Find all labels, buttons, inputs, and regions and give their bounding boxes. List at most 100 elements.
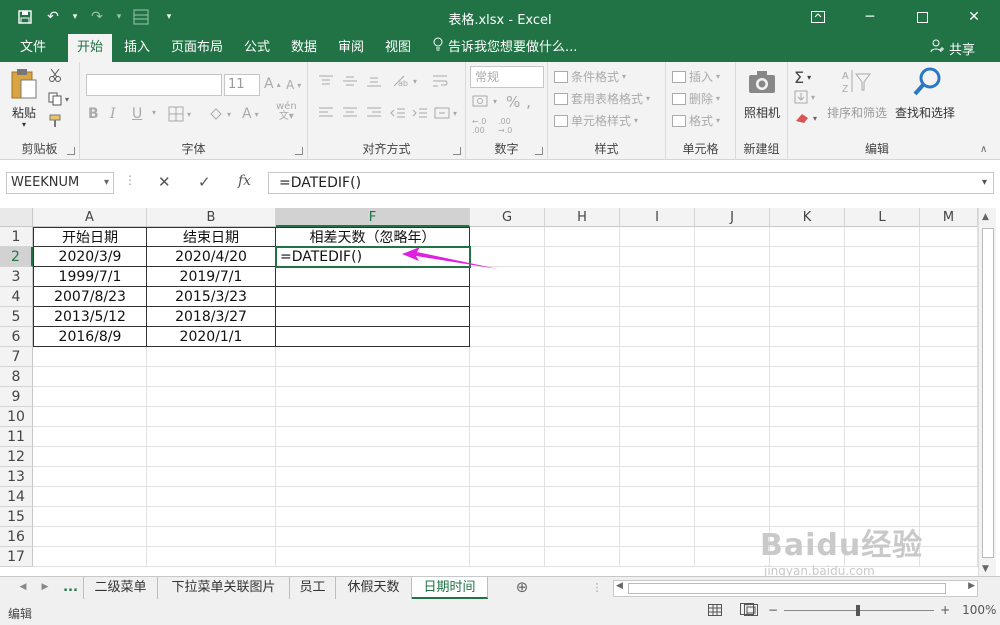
row-header-7[interactable]: 7 [0, 347, 33, 367]
sheet-tab-dropdown-images[interactable]: 下拉菜单关联图片 [158, 577, 290, 599]
fill-color-icon[interactable]: ▾ [208, 106, 231, 122]
row-header-4[interactable]: 4 [0, 287, 33, 307]
column-header-I[interactable]: I [620, 208, 695, 227]
cell-J16[interactable] [695, 527, 770, 547]
bottom-align-icon[interactable] [366, 74, 382, 88]
cell-K11[interactable] [770, 427, 845, 447]
decrease-font-icon[interactable]: A ▾ [286, 78, 301, 92]
scroll-up-icon[interactable]: ▲ [982, 212, 989, 222]
enter-icon[interactable]: ✓ [198, 173, 211, 191]
cell-A15[interactable] [33, 507, 147, 527]
cell-I8[interactable] [620, 367, 695, 387]
cell-B12[interactable] [147, 447, 276, 467]
cell-B5[interactable]: 2018/3/27 [147, 307, 276, 327]
cell-A17[interactable] [33, 547, 147, 567]
cell-J9[interactable] [695, 387, 770, 407]
tab-formulas[interactable]: 公式 [236, 34, 278, 62]
cell-M2[interactable] [920, 247, 978, 267]
column-header-G[interactable]: G [470, 208, 545, 227]
underline-dropdown-icon[interactable]: ▾ [152, 108, 156, 117]
sort-filter-icon[interactable]: AZ [840, 68, 872, 99]
cancel-icon[interactable]: ✕ [158, 173, 171, 191]
cell-F6[interactable] [276, 327, 470, 347]
cell-B13[interactable] [147, 467, 276, 487]
cell-G14[interactable] [470, 487, 545, 507]
row-header-6[interactable]: 6 [0, 327, 33, 347]
cell-A14[interactable] [33, 487, 147, 507]
cell-G12[interactable] [470, 447, 545, 467]
close-icon[interactable]: ✕ [948, 0, 1000, 34]
cell-H14[interactable] [545, 487, 620, 507]
align-center-icon[interactable] [342, 106, 358, 120]
font-launcher-icon[interactable] [295, 147, 303, 155]
vertical-scrollbar[interactable]: ▲ ▼ [978, 208, 996, 578]
cell-M15[interactable] [920, 507, 978, 527]
cell-M11[interactable] [920, 427, 978, 447]
cell-I3[interactable] [620, 267, 695, 287]
cell-B2[interactable]: 2020/4/20 [147, 247, 276, 267]
number-format-box[interactable]: 常规 [470, 66, 544, 88]
column-header-L[interactable]: L [845, 208, 920, 227]
cell-F13[interactable] [276, 467, 470, 487]
cell-L11[interactable] [845, 427, 920, 447]
cell-M5[interactable] [920, 307, 978, 327]
cell-G1[interactable] [470, 227, 545, 247]
fill-icon[interactable]: ▾ [794, 90, 815, 104]
cell-J5[interactable] [695, 307, 770, 327]
align-right-icon[interactable] [366, 106, 382, 120]
cell-G16[interactable] [470, 527, 545, 547]
name-box-dropdown-icon[interactable]: ▾ [104, 173, 109, 193]
cell-L12[interactable] [845, 447, 920, 467]
cell-F1[interactable]: 相差天数（忽略年） [276, 227, 470, 247]
cell-F16[interactable] [276, 527, 470, 547]
cell-I13[interactable] [620, 467, 695, 487]
normal-view-icon[interactable] [708, 604, 722, 619]
cell-M13[interactable] [920, 467, 978, 487]
cell-K8[interactable] [770, 367, 845, 387]
cell-G15[interactable] [470, 507, 545, 527]
cell-L8[interactable] [845, 367, 920, 387]
cell-L1[interactable] [845, 227, 920, 247]
cell-G13[interactable] [470, 467, 545, 487]
cell-F14[interactable] [276, 487, 470, 507]
cell-K7[interactable] [770, 347, 845, 367]
cell-G4[interactable] [470, 287, 545, 307]
zoom-slider-knob[interactable] [856, 604, 861, 616]
cell-K2[interactable] [770, 247, 845, 267]
cut-icon[interactable] [48, 68, 62, 82]
sort-filter-label[interactable]: 排序和筛选 [822, 104, 892, 121]
collapse-ribbon-icon[interactable]: ∧ [980, 144, 987, 155]
vertical-scroll-thumb[interactable] [982, 228, 994, 558]
cell-B6[interactable]: 2020/1/1 [147, 327, 276, 347]
row-header-1[interactable]: 1 [0, 227, 33, 247]
decrease-indent-icon[interactable] [390, 106, 406, 120]
cell-A3[interactable]: 1999/7/1 [33, 267, 147, 287]
cell-K14[interactable] [770, 487, 845, 507]
cell-I15[interactable] [620, 507, 695, 527]
cell-I7[interactable] [620, 347, 695, 367]
row-header-8[interactable]: 8 [0, 367, 33, 387]
cell-H1[interactable] [545, 227, 620, 247]
decrease-decimal-icon[interactable]: .00 →.0 [498, 117, 512, 135]
cell-J8[interactable] [695, 367, 770, 387]
cell-B17[interactable] [147, 547, 276, 567]
cell-M8[interactable] [920, 367, 978, 387]
cell-B1[interactable]: 结束日期 [147, 227, 276, 247]
cell-L10[interactable] [845, 407, 920, 427]
middle-align-icon[interactable] [342, 74, 358, 88]
cell-J10[interactable] [695, 407, 770, 427]
cell-I5[interactable] [620, 307, 695, 327]
expand-formula-icon[interactable]: ▾ [982, 173, 987, 193]
currency-icon[interactable]: ▾ [472, 94, 497, 108]
cell-J2[interactable] [695, 247, 770, 267]
cell-M7[interactable] [920, 347, 978, 367]
cell-A4[interactable]: 2007/8/23 [33, 287, 147, 307]
autosum-icon[interactable]: Σ ▾ [794, 68, 811, 87]
copy-icon[interactable]: ▾ [48, 92, 69, 106]
cell-A12[interactable] [33, 447, 147, 467]
cell-F17[interactable] [276, 547, 470, 567]
cell-J12[interactable] [695, 447, 770, 467]
cell-H5[interactable] [545, 307, 620, 327]
cell-K6[interactable] [770, 327, 845, 347]
cell-I17[interactable] [620, 547, 695, 567]
